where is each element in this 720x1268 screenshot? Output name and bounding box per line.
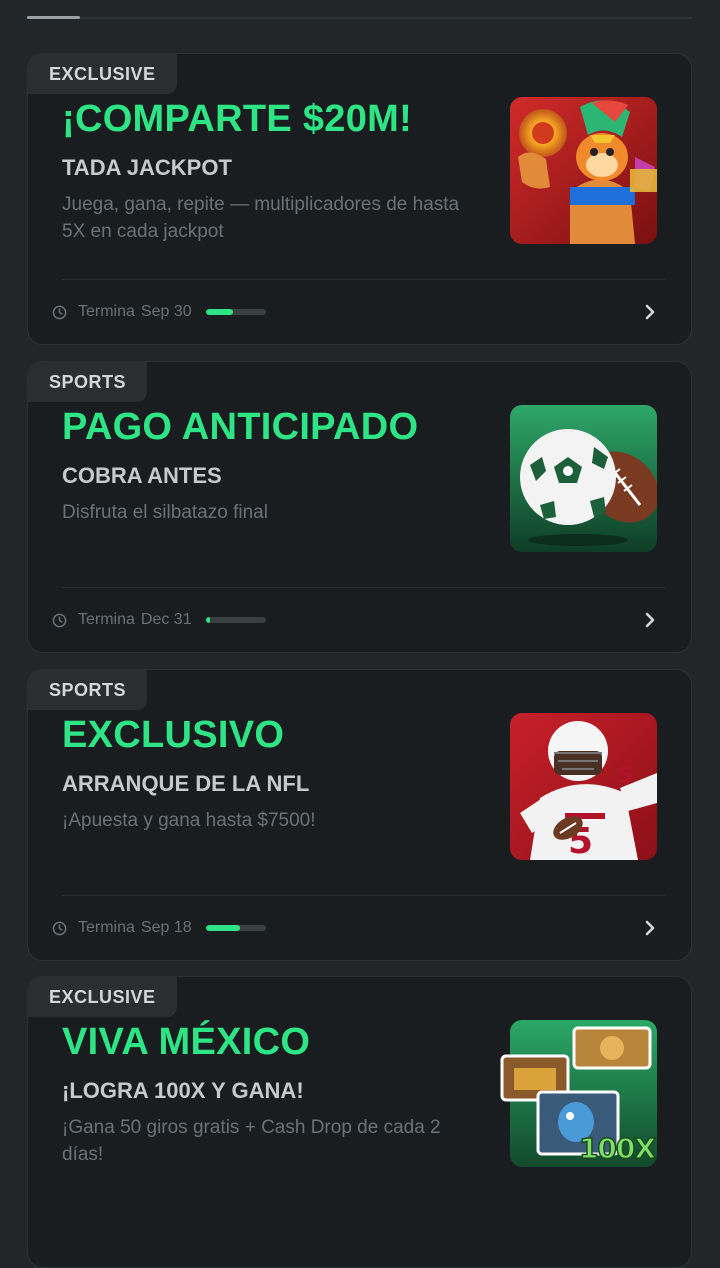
time-progress-fill [205,617,211,623]
time-progress-bar [205,925,266,931]
card-divider [62,279,665,280]
chevron-right-icon[interactable] [639,609,661,631]
tab-bar [27,0,692,19]
promo-title: EXCLUSIVO [62,714,285,756]
end-label: Termina [78,919,135,936]
category-tag: SPORTS [28,362,148,402]
time-progress-bar [205,617,266,623]
promo-subtitle: ARRANQUE DE LA NFL [62,771,310,796]
end-date: Dec 31 [140,611,192,628]
svg-text:5: 5 [618,764,633,789]
promo-card-comparte[interactable]: EXCLUSIVE ¡COMPARTE $20M! TADA JACKPOT J… [27,53,692,345]
promo-subtitle: TADA JACKPOT [62,155,232,180]
promo-card-pago-anticipado[interactable]: SPORTS PAGO ANTICIPADO COBRA ANTES Disfr… [27,361,692,653]
card-footer: Termina Dec 31 [52,609,266,631]
time-progress-fill [205,925,241,931]
tab-bar-divider [27,17,692,19]
promo-title: ¡COMPARTE $20M! [62,98,413,140]
promo-title: PAGO ANTICIPADO [62,406,419,448]
promo-card-viva-mexico[interactable]: EXCLUSIVE VIVA MÉXICO ¡LOGRA 100X Y GANA… [27,976,692,1268]
end-label: Termina [78,303,135,320]
chevron-right-icon[interactable] [639,917,661,939]
clock-icon [52,305,67,319]
promo-subtitle: COBRA ANTES [62,463,222,488]
end-label: Termina [78,611,135,628]
card-divider [62,895,665,896]
promo-title: VIVA MÉXICO [62,1021,311,1063]
promo-image-slot-collage: 100X [500,1020,657,1167]
time-progress-fill [205,309,233,315]
promo-description: ¡Gana 50 giros gratis + Cash Drop de cad… [62,1117,441,1165]
chevron-right-icon[interactable] [639,301,661,323]
end-date: Sep 18 [140,919,192,936]
category-tag: EXCLUSIVE [28,54,177,94]
card-footer: Termina Sep 30 [52,301,266,323]
promo-image-balls [510,405,657,552]
card-footer: Termina Sep 18 [52,917,266,939]
promo-subtitle: ¡LOGRA 100X Y GANA! [62,1078,304,1103]
category-tag: SPORTS [28,670,148,710]
card-divider [62,587,665,588]
category-tag: EXCLUSIVE [28,977,177,1017]
promo-description: Disfruta el silbatazo final [62,502,268,523]
end-date: Sep 30 [140,303,192,320]
multiplier-badge: 100X [578,1131,657,1166]
promo-image-aztec-warrior [510,97,657,244]
promo-card-nfl[interactable]: SPORTS EXCLUSIVO ARRANQUE DE LA NFL ¡Apu… [27,669,692,961]
promo-description: Juega, gana, repite — multiplicadores de… [62,194,460,242]
clock-icon [52,613,67,627]
time-progress-bar [205,309,266,315]
promo-image-nfl-player: 5 5 [510,713,657,860]
clock-icon [52,921,67,935]
promo-description: ¡Apuesta y gana hasta $7500! [62,810,316,831]
active-tab-indicator[interactable] [27,16,80,19]
